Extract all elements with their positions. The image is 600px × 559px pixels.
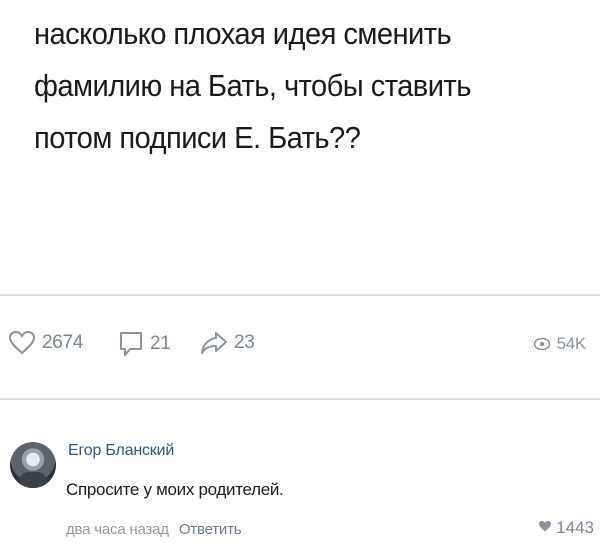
comment-author[interactable]: Егор Бланский: [68, 442, 174, 460]
avatar[interactable]: [10, 442, 56, 488]
share-count: 23: [234, 332, 255, 353]
post-actions-bar: 2674 21 23 54K: [0, 324, 600, 364]
comment-text: Спросите у моих родителей.: [66, 480, 284, 499]
views-counter: 54K: [533, 334, 586, 354]
like-count: 2674: [42, 332, 84, 353]
eye-icon: [533, 337, 551, 351]
comments-divider: [0, 398, 600, 400]
post-divider: [0, 294, 600, 296]
comment-like-button[interactable]: 1443: [538, 518, 594, 538]
comment-meta: два часа назад Ответить: [66, 521, 242, 538]
views-count: 54K: [556, 334, 587, 353]
comment-like-count: 1443: [556, 518, 594, 537]
comment-time: два часа назад: [66, 521, 169, 538]
like-button[interactable]: 2674: [8, 330, 83, 356]
share-button[interactable]: 23: [200, 330, 255, 356]
reply-button[interactable]: Ответить: [179, 521, 242, 538]
heart-icon: [8, 330, 36, 356]
comment-icon: [118, 330, 144, 358]
comment-item: Егор Бланский Спросите у моих родителей.…: [0, 420, 600, 559]
share-icon: [200, 330, 228, 356]
heart-icon: [538, 518, 552, 538]
post-text: насколько плохая идея сменить фамилию на…: [34, 16, 471, 155]
comment-button[interactable]: 21: [118, 330, 171, 358]
comment-count: 21: [150, 333, 171, 354]
